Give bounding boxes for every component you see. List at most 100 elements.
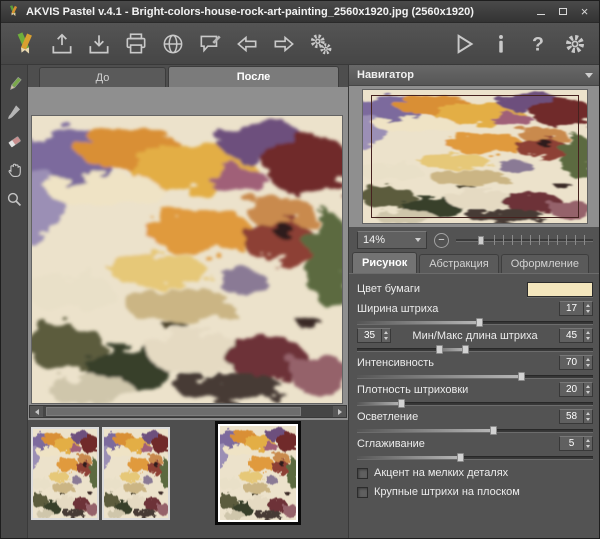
smoothing-spinner[interactable]: 5: [559, 436, 593, 451]
spin-down-icon[interactable]: [584, 444, 592, 451]
param-smoothing: Сглаживание 5: [357, 436, 593, 463]
publish-globe-icon[interactable]: [157, 28, 189, 60]
stroke-length-range-slider[interactable]: [357, 343, 593, 355]
share-comment-icon[interactable]: [194, 28, 226, 60]
brush-tool-icon[interactable]: [4, 102, 24, 122]
slider-handle[interactable]: [490, 426, 497, 435]
lightening-slider[interactable]: [357, 424, 593, 436]
param-lightening: Осветление 58: [357, 409, 593, 436]
hand-tool-icon[interactable]: [4, 160, 24, 180]
view-tabs: До После: [28, 65, 348, 87]
parameters: Цвет бумаги Ширина штриха 17: [349, 274, 600, 501]
param-label: Интенсивность: [357, 357, 434, 369]
open-button[interactable]: [46, 28, 78, 60]
scrollbar-thumb[interactable]: [46, 407, 301, 416]
undo-button[interactable]: [231, 28, 263, 60]
stroke-width-spinner[interactable]: 17: [559, 301, 593, 316]
akvis-logo-icon: [9, 28, 41, 60]
save-button[interactable]: [83, 28, 115, 60]
smoothing-slider[interactable]: [357, 451, 593, 463]
paper-color-row: Цвет бумаги: [357, 279, 593, 299]
pencil-tool-icon[interactable]: [4, 73, 24, 93]
intensity-spinner[interactable]: 70: [559, 355, 593, 370]
eraser-tool-icon[interactable]: [4, 131, 24, 151]
spin-down-icon[interactable]: [584, 417, 592, 424]
zoom-out-button[interactable]: −: [434, 233, 449, 248]
slider-handle[interactable]: [476, 318, 483, 327]
preset-strip: [28, 420, 348, 539]
spin-down-icon[interactable]: [584, 363, 592, 370]
window-controls: ×: [531, 4, 594, 19]
preset-thumbnail-1[interactable]: [31, 427, 99, 520]
spinner-value: 70: [560, 356, 583, 369]
slider-handle[interactable]: [398, 399, 405, 408]
navigator-header[interactable]: Навигатор: [349, 65, 600, 86]
details-checkbox[interactable]: [357, 468, 368, 479]
checkbox-row-details: Акцент на мелких деталях: [357, 464, 593, 482]
tab-before[interactable]: До: [39, 67, 166, 87]
run-button[interactable]: [448, 28, 480, 60]
tools-sidebar: [1, 65, 28, 539]
param-density: Плотность штриховки 20: [357, 382, 593, 409]
scroll-left-icon[interactable]: [30, 406, 43, 417]
preview-canvas: [28, 87, 348, 420]
checkbox-label: Крупные штрихи на плоском: [374, 486, 520, 498]
zoom-select[interactable]: 14%: [357, 231, 427, 249]
close-icon[interactable]: ×: [575, 4, 594, 19]
preset-thumbnail-2[interactable]: [102, 427, 170, 520]
navigator-view-frame[interactable]: [371, 95, 579, 218]
spinner-value: 5: [560, 437, 583, 450]
param-label: Ширина штриха: [357, 303, 438, 315]
density-slider[interactable]: [357, 397, 593, 409]
tab-drawing[interactable]: Рисунок: [352, 252, 417, 273]
maximize-icon[interactable]: [553, 4, 572, 19]
slider-handle[interactable]: [457, 453, 464, 462]
param-stroke-length: 35 Мин/Макс длина штриха 45: [357, 328, 593, 355]
batch-processing-icon[interactable]: [305, 28, 337, 60]
help-button[interactable]: ?: [522, 28, 554, 60]
navigator-collapse-icon[interactable]: [585, 73, 593, 78]
scroll-right-icon[interactable]: [333, 406, 346, 417]
scrollbar-track[interactable]: [43, 406, 333, 417]
zoom-value: 14%: [363, 234, 385, 246]
intensity-slider[interactable]: [357, 370, 593, 382]
spin-down-icon[interactable]: [584, 309, 592, 316]
parameter-tabs: Рисунок Абстракция Оформление: [349, 253, 600, 274]
zoom-slider-handle[interactable]: [478, 236, 484, 245]
zoom-slider[interactable]: [456, 232, 593, 248]
navigator-title: Навигатор: [357, 69, 414, 81]
tab-abstraction[interactable]: Абстракция: [419, 254, 499, 273]
zoom-slider-ticks: [494, 235, 593, 245]
spinner-value: 58: [560, 410, 583, 423]
print-button[interactable]: [120, 28, 152, 60]
horizontal-scrollbar[interactable]: [29, 405, 347, 418]
tab-after[interactable]: После: [168, 66, 339, 87]
app-logo-icon: [6, 4, 21, 19]
stroke-width-slider[interactable]: [357, 316, 593, 328]
max-length-spinner[interactable]: 45: [559, 328, 593, 343]
zoom-controls: 14% −: [349, 229, 600, 251]
zoom-tool-icon[interactable]: [4, 189, 24, 209]
min-length-spinner[interactable]: 35: [357, 328, 391, 343]
toolbar: ?: [1, 23, 599, 65]
info-button[interactable]: [485, 28, 517, 60]
preset-thumbnail-selected[interactable]: [215, 421, 301, 525]
result-image[interactable]: [32, 116, 342, 403]
slider-handle[interactable]: [518, 372, 525, 381]
spinner-value: 45: [560, 329, 583, 342]
range-handle-max[interactable]: [462, 345, 469, 354]
checkbox-row-flat: Крупные штрихи на плоском: [357, 483, 593, 501]
spin-down-icon[interactable]: [382, 336, 390, 343]
title-bar: AKVIS Pastel v.4.1 - Bright-colors-house…: [1, 1, 599, 23]
flat-strokes-checkbox[interactable]: [357, 487, 368, 498]
tab-decoration[interactable]: Оформление: [501, 254, 589, 273]
density-spinner[interactable]: 20: [559, 382, 593, 397]
lightening-spinner[interactable]: 58: [559, 409, 593, 424]
range-handle-min[interactable]: [436, 345, 443, 354]
settings-gear-icon[interactable]: [559, 28, 591, 60]
redo-button[interactable]: [268, 28, 300, 60]
minimize-icon[interactable]: [531, 4, 550, 19]
paper-color-swatch[interactable]: [527, 282, 593, 297]
spin-down-icon[interactable]: [584, 336, 592, 343]
spin-down-icon[interactable]: [584, 390, 592, 397]
